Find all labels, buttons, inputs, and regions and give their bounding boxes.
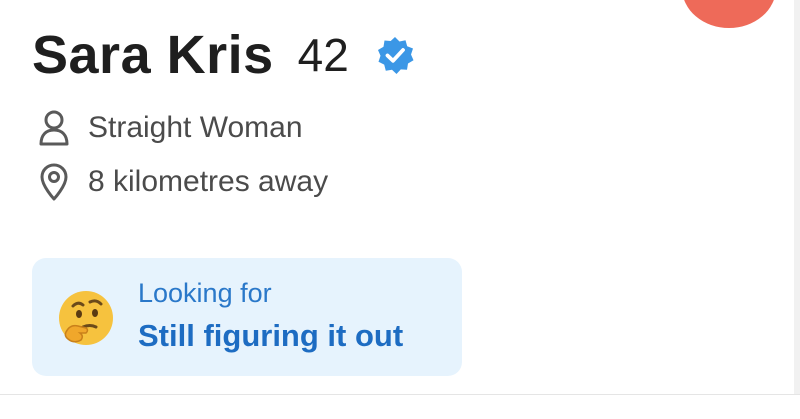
verified-badge-icon <box>377 37 414 74</box>
distance-text: 8 kilometres away <box>88 165 329 198</box>
thinking-face-icon <box>59 291 113 345</box>
looking-for-card[interactable]: Looking for Still figuring it out <box>32 258 462 376</box>
profile-age: 42 <box>297 29 349 81</box>
looking-for-value: Still figuring it out <box>138 318 404 353</box>
scroll-edge <box>794 0 800 395</box>
name-row: Sara Kris 42 <box>32 20 415 90</box>
distance-row: 8 kilometres away <box>36 162 328 202</box>
looking-for-label: Looking for <box>138 278 272 308</box>
person-icon <box>36 109 72 147</box>
location-pin-icon <box>36 163 72 201</box>
section-divider <box>0 394 800 395</box>
orientation-text: Straight Woman <box>88 111 303 144</box>
orientation-row: Straight Woman <box>36 108 303 148</box>
profile-screen: Sara Kris 42 Straight Woman 8 kilometres… <box>0 0 800 419</box>
floating-action-button[interactable] <box>682 0 776 28</box>
profile-name: Sara Kris <box>32 25 274 85</box>
